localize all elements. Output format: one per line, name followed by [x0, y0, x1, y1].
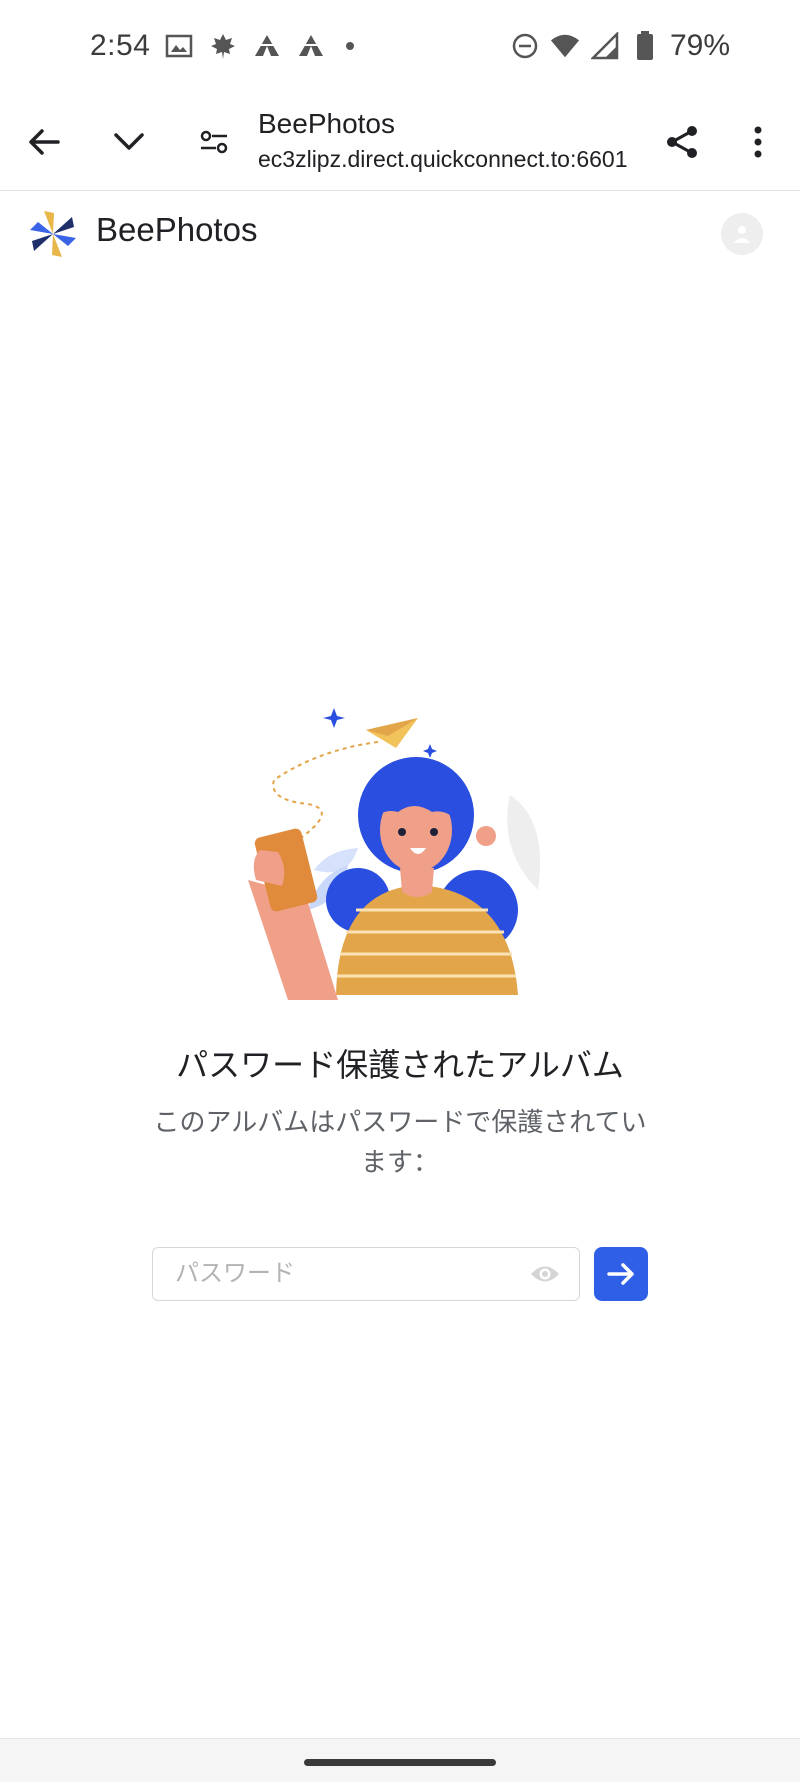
gesture-nav-bar: [0, 1738, 800, 1782]
site-settings-button[interactable]: [190, 118, 238, 166]
browser-toolbar: BeePhotos ec3zlipz.direct.quickconnect.t…: [0, 92, 800, 191]
eye-icon: [531, 1266, 559, 1282]
app-header: BeePhotos: [0, 191, 800, 277]
album-title: パスワード保護されたアルバム: [176, 1047, 624, 1083]
tent-icon: [296, 31, 326, 61]
album-description: このアルバムはパスワードで保護されています：: [153, 1107, 647, 1177]
battery-icon: [630, 31, 660, 61]
more-menu-button[interactable]: [734, 118, 782, 166]
more-vert-icon: [754, 126, 762, 158]
album-illustration: [248, 700, 560, 1000]
share-button[interactable]: [658, 118, 706, 166]
wifi-icon: [550, 31, 580, 61]
beephotos-logo-icon: [26, 207, 80, 261]
status-left: 2:54: [90, 29, 355, 63]
page-title: BeePhotos: [258, 108, 395, 139]
back-button[interactable]: [20, 118, 68, 166]
status-time: 2:54: [90, 29, 151, 62]
status-right: 79%: [510, 29, 730, 63]
page-url: ec3zlipz.direct.quickconnect.to:6601: [258, 146, 628, 172]
app-name: BeePhotos: [96, 211, 258, 248]
do-not-disturb-icon: [510, 31, 540, 61]
dot-icon: [346, 42, 355, 50]
gallery-icon: [164, 31, 194, 61]
tent-icon: [252, 31, 282, 61]
chevron-down-icon: [114, 133, 144, 150]
user-avatar-button[interactable]: [721, 213, 763, 255]
signal-icon: [590, 31, 620, 61]
submit-password-button[interactable]: [594, 1247, 648, 1301]
arrow-right-icon: [607, 1263, 634, 1285]
show-password-button[interactable]: [525, 1254, 565, 1294]
battery-percentage: 79%: [669, 29, 730, 62]
maple-leaf-icon: [208, 31, 238, 61]
password-input[interactable]: [153, 1259, 525, 1289]
arrow-left-icon: [29, 129, 60, 155]
tune-icon: [200, 130, 228, 154]
home-indicator[interactable]: [304, 1759, 496, 1766]
person-icon: [734, 226, 750, 243]
status-bar: 2:54 79%: [0, 0, 800, 92]
address-bar[interactable]: BeePhotos ec3zlipz.direct.quickconnect.t…: [258, 106, 638, 176]
collapse-button[interactable]: [105, 118, 153, 166]
password-field-container: [152, 1247, 580, 1301]
share-icon: [667, 126, 697, 158]
